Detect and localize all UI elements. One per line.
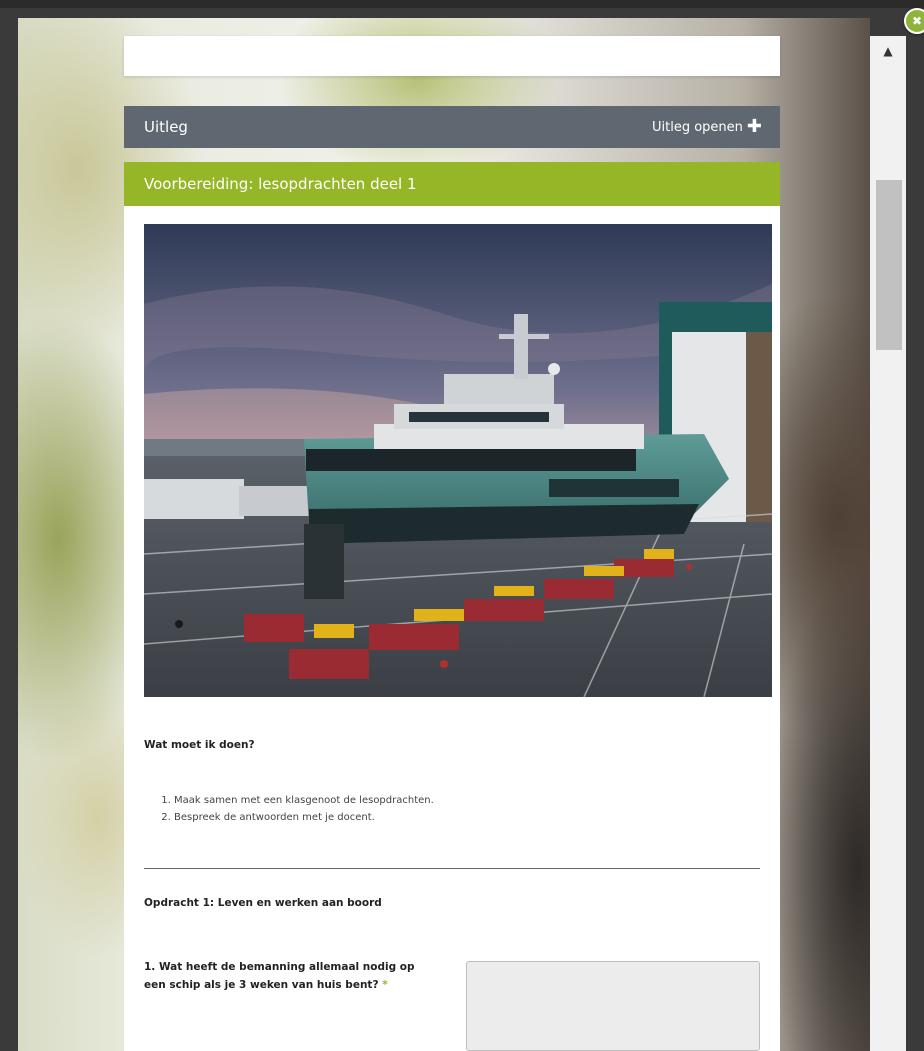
plus-icon: ✚ [746, 116, 762, 137]
step-list: Maak samen met een klasgenoot de lesopdr… [158, 792, 434, 826]
scrollbar-thumb[interactable] [876, 180, 902, 350]
required-mark: * [382, 979, 388, 991]
question-1-text: 1. Wat heeft de bemanning allemaal nodig… [144, 961, 415, 991]
question-1-label: 1. Wat heeft de bemanning allemaal nodig… [144, 958, 434, 994]
uitleg-bar: Uitleg Uitleg openen ✚ [124, 106, 780, 148]
yacht-photo [144, 224, 772, 697]
yacht-photo-illustration [144, 224, 772, 697]
assignment-title: Opdracht 1: Leven en werken aan boord [144, 897, 382, 909]
list-item: Bespreek de antwoorden met je docent. [174, 809, 434, 826]
uitleg-open-button[interactable]: Uitleg openen ✚ [652, 118, 762, 136]
divider [144, 868, 760, 869]
section-header: Voorbereiding: lesopdrachten deel 1 [124, 162, 780, 206]
section-title: Voorbereiding: lesopdrachten deel 1 [144, 175, 417, 193]
uitleg-title: Uitleg [144, 118, 188, 136]
close-icon[interactable]: ✖ [904, 8, 924, 34]
question-1-answer-input[interactable] [466, 961, 760, 1051]
content-card: Wat moet ik doen? Maak samen met een kla… [124, 206, 780, 1051]
question-heading: Wat moet ik doen? [144, 739, 255, 751]
uitleg-open-label: Uitleg openen [652, 119, 743, 135]
previous-card [124, 36, 780, 76]
scroll-up-icon[interactable]: ▲ [870, 36, 906, 66]
list-item: Maak samen met een klasgenoot de lesopdr… [174, 792, 434, 809]
